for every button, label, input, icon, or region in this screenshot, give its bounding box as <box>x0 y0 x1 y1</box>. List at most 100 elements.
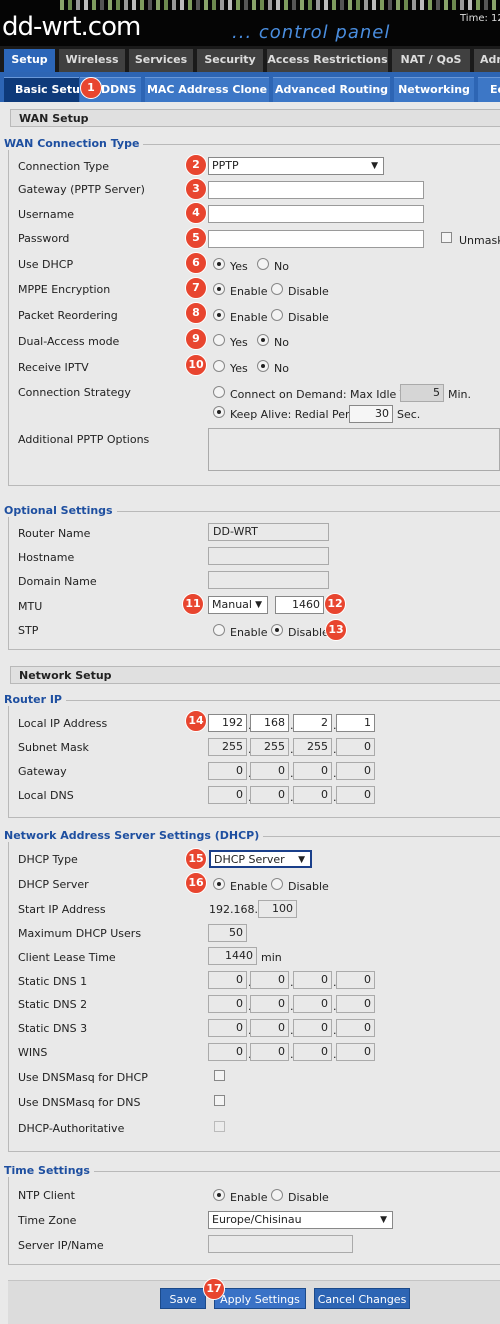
static-dns2-octet-4[interactable]: 0 <box>336 995 375 1013</box>
static-dns1-octet-1[interactable]: 0 <box>208 971 247 989</box>
mtu-mode-select[interactable]: Manual ▼ <box>208 596 268 614</box>
local-dns-octet-2[interactable]: 0 <box>250 786 289 804</box>
subtab-mac-address-clone[interactable]: MAC Address Clone <box>145 77 269 102</box>
gateway-ip-octet-3[interactable]: 0 <box>293 762 332 780</box>
tab-security[interactable]: Security <box>197 49 263 72</box>
dual-access-no-radio[interactable] <box>257 334 269 346</box>
redial-period-input[interactable]: 30 <box>349 405 393 423</box>
subtab-basic-setup[interactable]: Basic Setup <box>4 77 79 102</box>
static-dns3-octet-4[interactable]: 0 <box>336 1019 375 1037</box>
dhcp-authoritative-checkbox[interactable] <box>214 1121 225 1132</box>
static-dns3-octet-2[interactable]: 0 <box>250 1019 289 1037</box>
dnsmasq-dns-checkbox[interactable] <box>214 1095 225 1106</box>
domain-name-input[interactable] <box>208 571 329 589</box>
subnet-mask-octet-3[interactable]: 255 <box>293 738 332 756</box>
subtab-advanced-routing[interactable]: Advanced Routing <box>273 77 390 102</box>
mppe-disable-radio[interactable] <box>271 283 283 295</box>
tab-nat-qos[interactable]: NAT / QoS <box>392 49 470 72</box>
static-dns1-octet-2[interactable]: 0 <box>250 971 289 989</box>
header-stripe <box>300 0 304 10</box>
tab-access-restrictions[interactable]: Access Restrictions <box>267 49 388 72</box>
dhcp-server-enable-radio[interactable] <box>213 878 225 890</box>
static-dns2-octet-1[interactable]: 0 <box>208 995 247 1013</box>
server-ip-input[interactable] <box>208 1235 353 1253</box>
mppe-enable-radio[interactable] <box>213 283 225 295</box>
wins-octet-1[interactable]: 0 <box>208 1043 247 1061</box>
subtab-eoip[interactable]: Eo <box>478 77 500 102</box>
keep-alive-radio[interactable] <box>213 406 225 418</box>
dhcp-server-disable-radio[interactable] <box>271 878 283 890</box>
router-name-input[interactable]: DD-WRT <box>208 523 329 541</box>
use-dhcp-yes-radio[interactable] <box>213 258 225 270</box>
subnet-mask-octet-2[interactable]: 255 <box>250 738 289 756</box>
gateway-ip-octet-1[interactable]: 0 <box>208 762 247 780</box>
local-ip-octet-2[interactable]: 168 <box>250 714 289 732</box>
wins-octet-4[interactable]: 0 <box>336 1043 375 1061</box>
static-dns2-octet-2[interactable]: 0 <box>250 995 289 1013</box>
hostname-input[interactable] <box>208 547 329 565</box>
tab-setup[interactable]: Setup <box>4 49 55 72</box>
tab-services[interactable]: Services <box>129 49 193 72</box>
local-ip-octet-1[interactable]: 192 <box>208 714 247 732</box>
badge-17: 17 <box>203 1278 225 1300</box>
lease-time-input[interactable]: 1440 <box>208 947 257 965</box>
receive-iptv-no-radio[interactable] <box>257 360 269 372</box>
subtab-networking[interactable]: Networking <box>394 77 474 102</box>
packet-reordering-label: Packet Reordering <box>18 309 118 322</box>
tab-administration[interactable]: Adm <box>474 49 500 72</box>
save-button[interactable]: Save <box>160 1288 206 1309</box>
start-ip-input[interactable]: 100 <box>258 900 297 918</box>
header-stripe <box>380 0 384 10</box>
dnsmasq-dhcp-checkbox[interactable] <box>214 1070 225 1081</box>
max-dhcp-users-input[interactable]: 50 <box>208 924 247 942</box>
subnet-mask-octet-1[interactable]: 255 <box>208 738 247 756</box>
local-ip-octet-3[interactable]: 2 <box>293 714 332 732</box>
static-dns3-octet-1[interactable]: 0 <box>208 1019 247 1037</box>
local-dns-octet-1[interactable]: 0 <box>208 786 247 804</box>
local-dns-octet-4[interactable]: 0 <box>336 786 375 804</box>
dhcp-type-select[interactable]: DHCP Server ▼ <box>209 850 312 868</box>
static-dns1-octet-3[interactable]: 0 <box>293 971 332 989</box>
wins-octet-3[interactable]: 0 <box>293 1043 332 1061</box>
cancel-changes-button[interactable]: Cancel Changes <box>314 1288 410 1309</box>
packet-reordering-disable-radio[interactable] <box>271 309 283 321</box>
time-zone-select[interactable]: Europe/Chisinau ▼ <box>208 1211 393 1229</box>
static-dns1-octet-4[interactable]: 0 <box>336 971 375 989</box>
apply-settings-button[interactable]: Apply Settings <box>214 1288 306 1309</box>
static-dns3-octet-3[interactable]: 0 <box>293 1019 332 1037</box>
unmask-label: Unmask <box>459 234 500 247</box>
use-dhcp-no-radio[interactable] <box>257 258 269 270</box>
subnet-mask-octet-4[interactable]: 0 <box>336 738 375 756</box>
receive-iptv-yes-radio[interactable] <box>213 360 225 372</box>
unmask-checkbox[interactable] <box>441 232 452 243</box>
local-ip-octet-4[interactable]: 1 <box>336 714 375 732</box>
additional-options-label: Additional PPTP Options <box>18 433 150 446</box>
header-stripe <box>484 0 488 10</box>
connect-on-demand-radio[interactable] <box>213 386 225 398</box>
gateway-ip-octet-2[interactable]: 0 <box>250 762 289 780</box>
redial-period-unit: Sec. <box>397 408 421 421</box>
tab-wireless[interactable]: Wireless <box>59 49 125 72</box>
header-stripe <box>140 0 144 10</box>
stp-disable-radio[interactable] <box>271 624 283 636</box>
connection-strategy-label: Connection Strategy <box>18 386 131 399</box>
password-input[interactable] <box>208 230 424 248</box>
mtu-value-input[interactable]: 1460 <box>275 596 324 614</box>
gateway-ip-octet-4[interactable]: 0 <box>336 762 375 780</box>
additional-options-textarea[interactable] <box>208 428 500 471</box>
dual-access-yes-radio[interactable] <box>213 334 225 346</box>
static-dns2-octet-3[interactable]: 0 <box>293 995 332 1013</box>
wins-octet-2[interactable]: 0 <box>250 1043 289 1061</box>
dual-access-yes-label: Yes <box>230 336 248 349</box>
idle-time-input[interactable]: 5 <box>400 384 444 402</box>
ntp-disable-radio[interactable] <box>271 1189 283 1201</box>
header-stripe <box>492 0 496 10</box>
gateway-input[interactable] <box>208 181 424 199</box>
header: dd-wrt.com ... control panel Time: 12 <box>0 0 500 46</box>
local-dns-octet-3[interactable]: 0 <box>293 786 332 804</box>
ntp-enable-radio[interactable] <box>213 1189 225 1201</box>
username-input[interactable] <box>208 205 424 223</box>
stp-enable-radio[interactable] <box>213 624 225 636</box>
packet-reordering-enable-radio[interactable] <box>213 309 225 321</box>
connection-type-select[interactable]: PPTP ▼ <box>208 157 384 175</box>
